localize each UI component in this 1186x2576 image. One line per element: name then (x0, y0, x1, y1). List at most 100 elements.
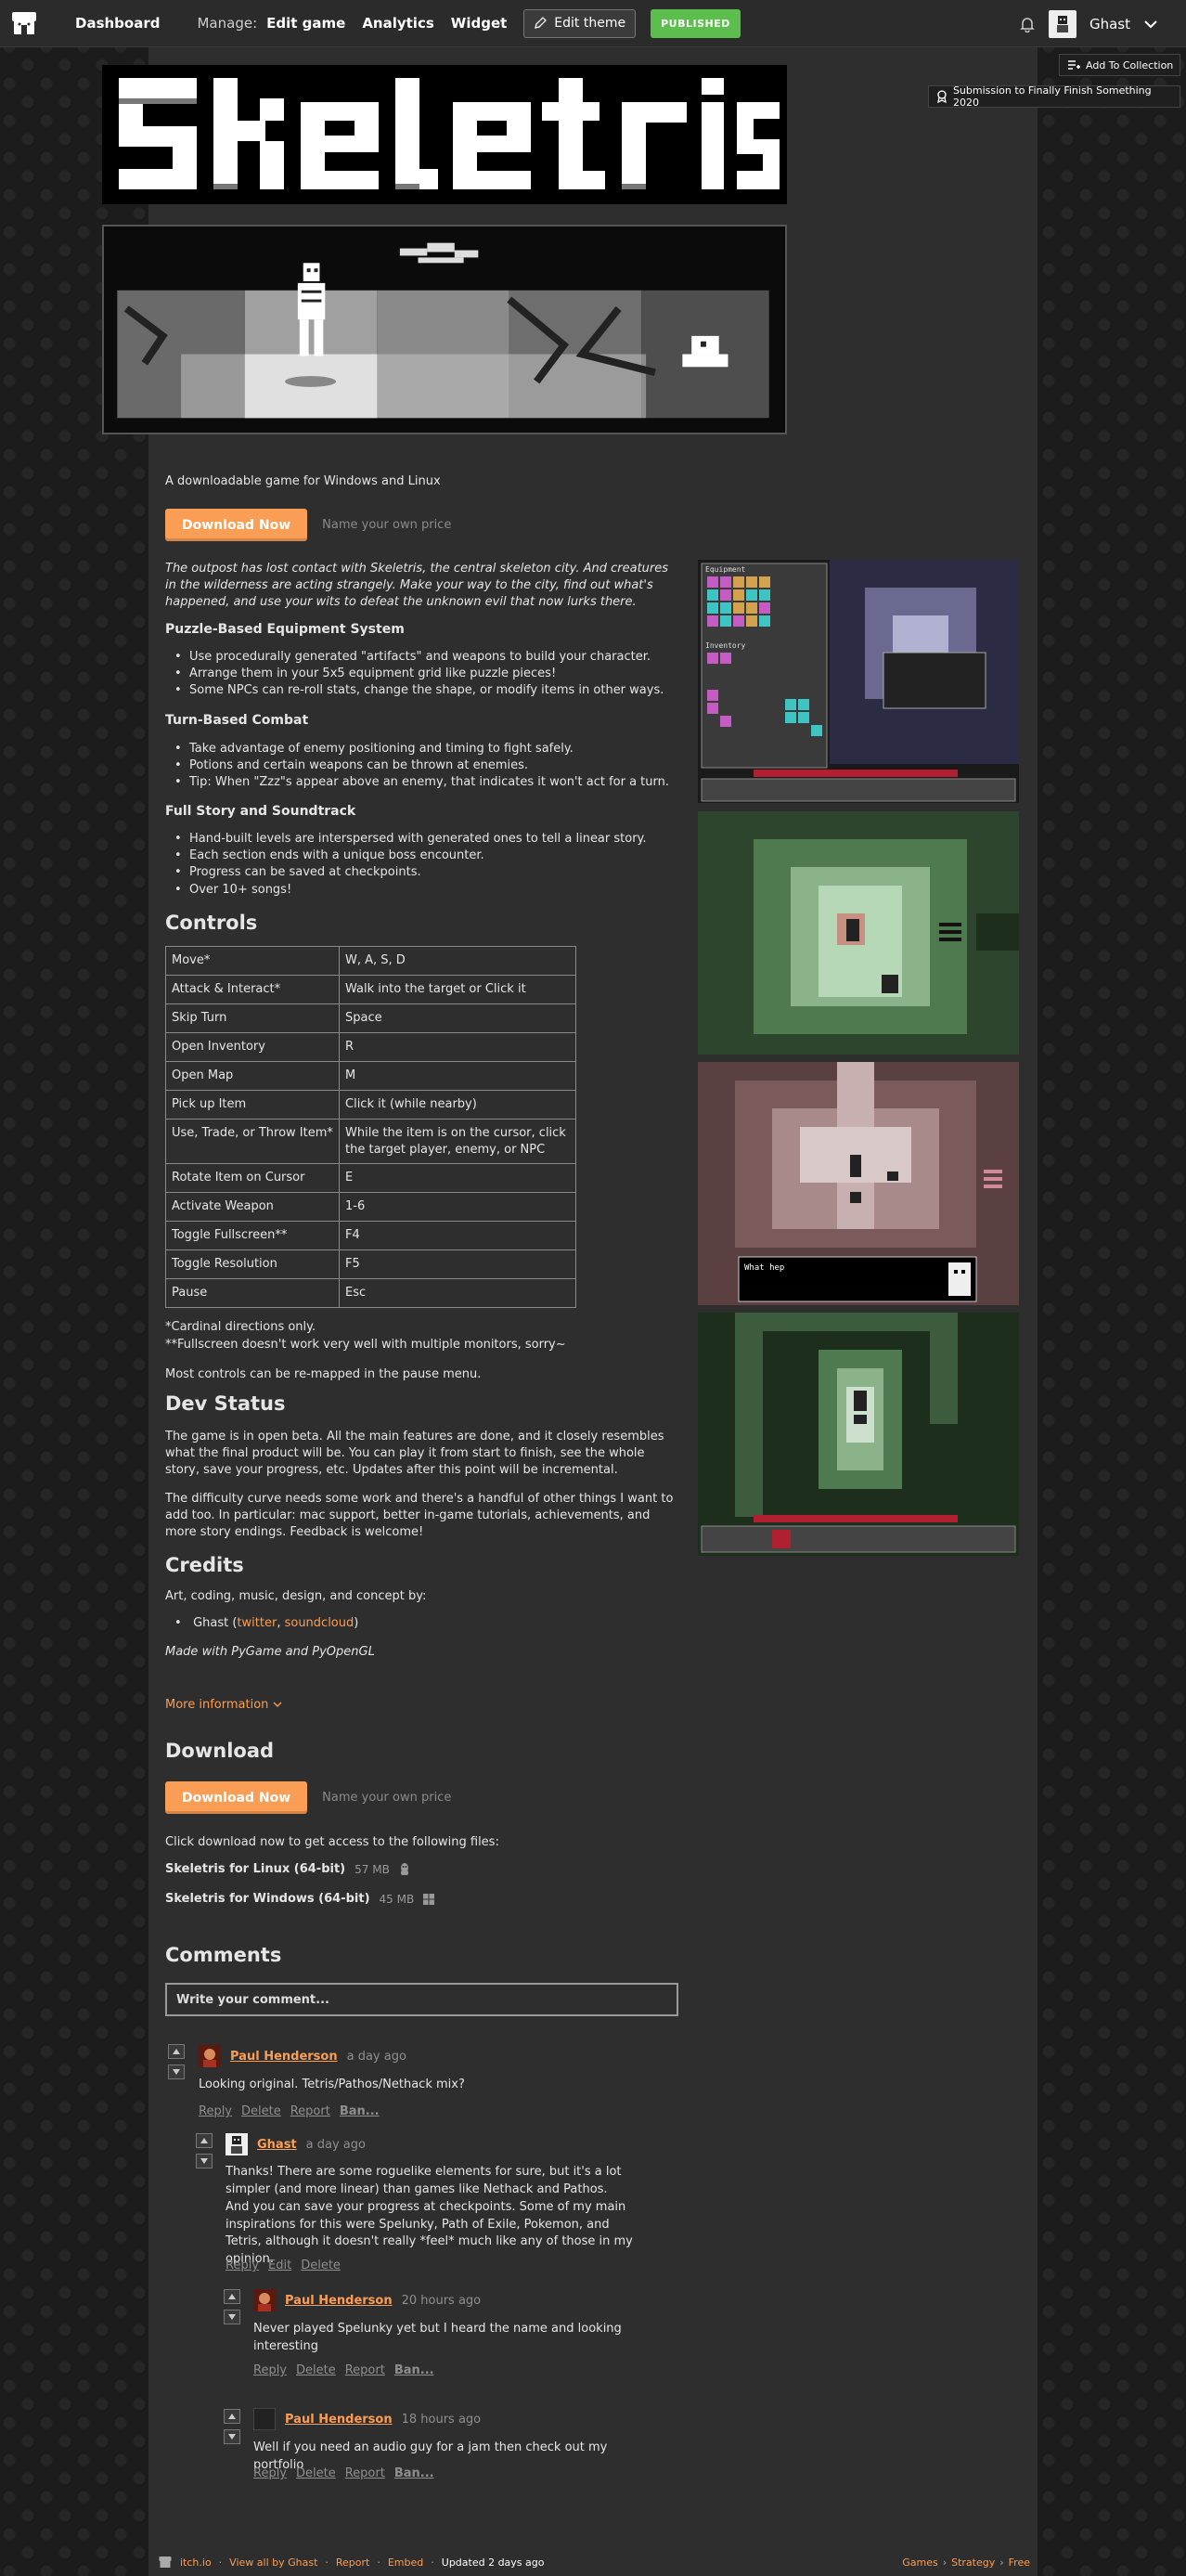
upvote-button[interactable] (196, 2133, 213, 2148)
list-item: Arrange them in your 5x5 equipment grid … (174, 666, 664, 682)
chevron-down-icon (273, 1702, 282, 1707)
screenshot-label: Inventory (705, 641, 746, 650)
itchio-logo-icon[interactable] (0, 0, 47, 47)
reply-link[interactable]: Reply (253, 2363, 287, 2377)
table-row: Rotate Item on Cursor E (165, 1163, 576, 1194)
game-tagline: A downloadable game for Windows and Linu… (165, 474, 441, 488)
upvote-button[interactable] (224, 2289, 240, 2304)
control-action: Use, Trade, or Throw Item* (165, 1118, 340, 1165)
download-now-button[interactable]: Download Now (165, 1781, 308, 1814)
avatar[interactable] (253, 2289, 276, 2311)
more-information-link[interactable]: More information (165, 1698, 268, 1712)
downvote-button[interactable] (224, 2429, 240, 2444)
control-key: 1-6 (339, 1192, 576, 1223)
add-to-collection-button[interactable]: Add To Collection (1059, 54, 1180, 76)
list-item: Take advantage of enemy positioning and … (174, 741, 669, 757)
screenshot-pink-level[interactable]: What hep (698, 1062, 1019, 1305)
downvote-button[interactable] (196, 2154, 213, 2168)
downvote-button[interactable] (168, 2065, 185, 2079)
comment-body: Never played Spelunky yet but I heard th… (253, 2322, 622, 2353)
comment-author[interactable]: Paul Henderson (285, 2413, 393, 2427)
game-intro: The outpost has lost contact with Skelet… (165, 562, 669, 610)
list-item: Potions and certain weapons can be throw… (174, 757, 669, 774)
view-all-link[interactable]: View all by Ghast (229, 2557, 317, 2569)
control-action: Open Map (165, 1061, 340, 1091)
footnote: *Cardinal directions only. (165, 1320, 316, 1334)
control-key: Space (339, 1003, 576, 1033)
edit-theme-button[interactable]: Edit theme (523, 8, 637, 38)
tag-link[interactable]: Games (902, 2557, 937, 2569)
comment-body: Thanks! There are some roguelike element… (226, 2165, 633, 2267)
screenshot-dark-green-level[interactable] (698, 1313, 1019, 1556)
avatar[interactable] (1048, 9, 1076, 38)
ban-link[interactable]: Ban... (340, 2104, 380, 2118)
control-key: Walk into the target or Click it (339, 975, 576, 1004)
avatar[interactable] (253, 2408, 276, 2430)
comment-actions: Reply Delete Report Ban... (253, 2466, 434, 2480)
control-action: Pick up Item (165, 1090, 340, 1120)
table-row: Open Inventory R (165, 1032, 576, 1062)
embed-link[interactable]: Embed (388, 2557, 423, 2569)
widget-link[interactable]: Widget (451, 15, 508, 32)
footnote: **Fullscreen doesn't work very well with… (165, 1338, 566, 1352)
reply-link[interactable]: Reply (253, 2466, 287, 2480)
reply-link[interactable]: Reply (226, 2259, 259, 2272)
published-badge[interactable]: PUBLISHED (651, 8, 741, 38)
report-link[interactable]: Report (290, 2104, 330, 2118)
report-link[interactable]: Report (345, 2363, 385, 2377)
dev-status-paragraph: The difficulty curve needs some work and… (165, 1492, 674, 1540)
comment-actions: Reply Delete Report Ban... (199, 2104, 380, 2118)
delete-link[interactable]: Delete (241, 2104, 281, 2118)
reply-link[interactable]: Reply (199, 2104, 232, 2118)
comment-author[interactable]: Ghast (257, 2138, 297, 2152)
control-key: F4 (339, 1221, 576, 1251)
game-title-banner (102, 65, 787, 204)
avatar[interactable] (199, 2045, 221, 2067)
control-key: M (339, 1061, 576, 1091)
table-row: Skip Turn Space (165, 1003, 576, 1033)
list-item: Tip: When "Zzz"s appear above an enemy, … (174, 774, 669, 791)
avatar[interactable] (226, 2133, 248, 2155)
upvote-button[interactable] (168, 2044, 185, 2059)
more-information-toggle[interactable]: More information (165, 1697, 680, 1714)
upvote-button[interactable] (224, 2409, 240, 2424)
comment-input[interactable]: Write your comment... (165, 1983, 678, 2016)
dashboard-link[interactable]: Dashboard (75, 15, 160, 32)
ban-link[interactable]: Ban... (394, 2363, 434, 2377)
itchio-link[interactable]: itch.io (180, 2557, 212, 2569)
analytics-link[interactable]: Analytics (362, 15, 433, 32)
jam-submission-badge[interactable]: Submission to Finally Finish Something 2… (928, 84, 1180, 109)
download-now-button[interactable]: Download Now (165, 509, 308, 541)
screenshot-green-level[interactable] (698, 811, 1019, 1055)
comment-author[interactable]: Paul Henderson (285, 2294, 393, 2308)
ban-link[interactable]: Ban... (394, 2466, 434, 2480)
comment-author[interactable]: Paul Henderson (230, 2050, 338, 2064)
credits-intro: Art, coding, music, design, and concept … (165, 1589, 427, 1603)
report-link[interactable]: Report (345, 2466, 385, 2480)
delete-link[interactable]: Delete (296, 2363, 336, 2377)
report-link[interactable]: Report (336, 2557, 369, 2569)
itchio-logo-icon[interactable] (158, 2556, 173, 2569)
screenshot-inventory[interactable]: Equipment Inventory (698, 560, 1019, 803)
footer-tags: Games › Strategy › Free (902, 2556, 1030, 2569)
edit-game-link[interactable]: Edit game (266, 15, 345, 32)
edit-link[interactable]: Edit (268, 2259, 291, 2272)
delete-link[interactable]: Delete (296, 2466, 336, 2480)
control-key: Click it (while nearby) (339, 1090, 576, 1120)
comment-time: 20 hours ago (401, 2293, 482, 2308)
soundcloud-link[interactable]: soundcloud (285, 1616, 355, 1630)
table-row: Move* W, A, S, D (165, 946, 576, 976)
twitter-link[interactable]: twitter (237, 1616, 277, 1630)
tag-link[interactable]: Strategy (951, 2557, 995, 2569)
delete-link[interactable]: Delete (301, 2259, 341, 2272)
dev-status-paragraph: The game is in open beta. All the main f… (165, 1430, 664, 1478)
user-name[interactable]: Ghast (1089, 16, 1130, 32)
bell-icon[interactable] (1019, 16, 1036, 32)
tag-link[interactable]: Free (1009, 2557, 1030, 2569)
vote-controls (224, 2409, 240, 2444)
downvote-button[interactable] (224, 2310, 240, 2324)
control-action: Pause (165, 1278, 340, 1309)
list-item: Each section ends with a unique boss enc… (174, 848, 647, 864)
control-action: Skip Turn (165, 1003, 340, 1033)
chevron-down-icon[interactable] (1143, 19, 1158, 30)
